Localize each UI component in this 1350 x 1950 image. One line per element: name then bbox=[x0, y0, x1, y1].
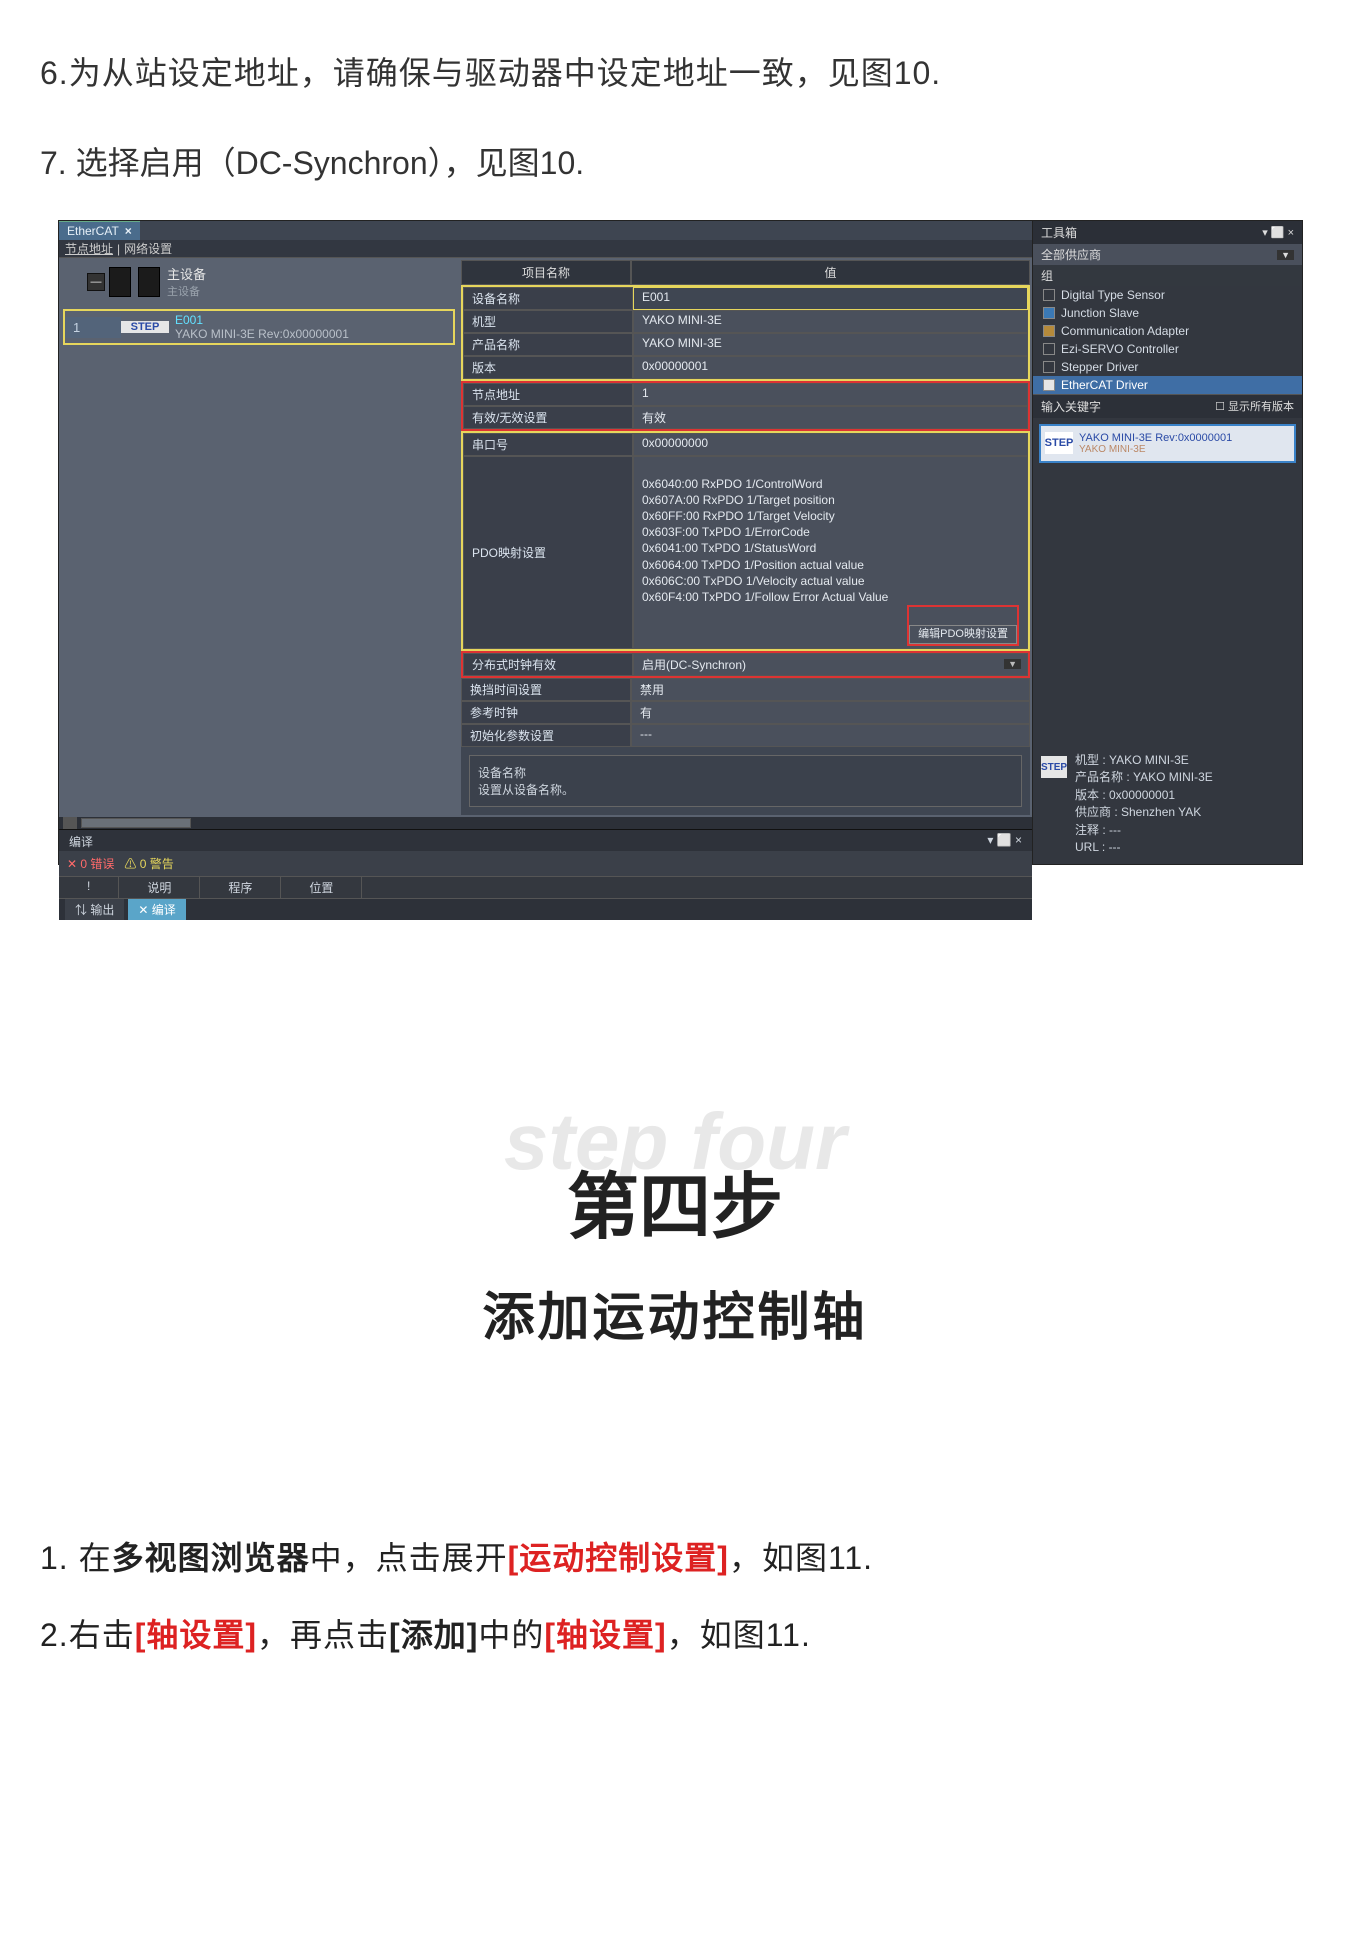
instruction-block: 1. 在多视图浏览器中，点击展开[运动控制设置]，如图11. 2.右击[轴设置]… bbox=[40, 1520, 1310, 1674]
step-four-heading: step four 第四步 添加运动控制轴 bbox=[40, 1118, 1310, 1350]
group-header: 组 bbox=[1033, 265, 1302, 286]
error-summary-row: ✕ 0 错误 ⚠ 0 警告 bbox=[59, 851, 1032, 876]
col-header-value: 值 bbox=[631, 260, 1030, 285]
property-grid: 项目名称 值 设备名称 E001 机型YAKO MINI-3E 产品名称YAKO… bbox=[461, 260, 1030, 815]
subtab-bar: 节点地址 | 网络设置 bbox=[59, 240, 1032, 258]
property-help: 设备名称 设置从设备名称。 bbox=[469, 755, 1022, 807]
topology-tree: — 主设备 主设备 1 STEP bbox=[59, 258, 459, 817]
step-subtitle: 添加运动控制轴 bbox=[40, 1275, 1310, 1350]
master-sublabel: 主设备 bbox=[167, 283, 206, 299]
panel-controls[interactable]: ▾ ⬜ × bbox=[987, 833, 1022, 848]
step-icon: STEP bbox=[1041, 756, 1067, 778]
list-item[interactable]: Stepper Driver bbox=[1033, 358, 1302, 376]
show-all-versions-checkbox[interactable]: ☐ 显示所有版本 bbox=[1215, 398, 1294, 414]
pdo-lines: 0x6040:00 RxPDO 1/ControlWord 0x607A:00 … bbox=[642, 477, 888, 604]
controller-icon bbox=[1043, 343, 1055, 355]
scroll-left-icon[interactable] bbox=[63, 817, 77, 829]
slave-name: YAKO MINI-3E Rev:0x00000001 bbox=[175, 327, 447, 341]
vendor-filter[interactable]: 全部供应商 ▼ bbox=[1033, 244, 1302, 265]
step-title-cn: 第四步 bbox=[40, 1148, 1310, 1253]
dc-synchron-select[interactable]: 启用(DC-Synchron) bbox=[642, 658, 746, 672]
stepper-icon bbox=[1043, 361, 1055, 373]
device-type-list: Digital Type Sensor Junction Slave Commu… bbox=[1033, 286, 1302, 394]
tab-ethercat[interactable]: EtherCAT × bbox=[59, 221, 140, 240]
warning-count: ⚠ 0 警告 bbox=[124, 855, 173, 872]
device-detail: STEP 机型 : YAKO MINI-3E 产品名称 : YAKO MINI-… bbox=[1033, 744, 1302, 864]
list-item[interactable]: Ezi-SERVO Controller bbox=[1033, 340, 1302, 358]
slave-node-e001[interactable]: 1 STEP E001 YAKO MINI-3E Rev:0x00000001 bbox=[63, 309, 455, 345]
slave-id: E001 bbox=[175, 313, 447, 327]
master-label: 主设备 bbox=[167, 264, 206, 283]
close-icon[interactable]: × bbox=[125, 224, 132, 238]
doc-step-6: 6.为从站设定地址，请确保与驱动器中设定地址一致，见图10. bbox=[40, 46, 1310, 100]
panel-controls[interactable]: ▾ ⬜ × bbox=[1262, 226, 1294, 239]
subtab-network-settings[interactable]: 网络设置 bbox=[124, 240, 172, 257]
keyword-input-label: 输入关键字 ☐ 显示所有版本 bbox=[1033, 395, 1302, 418]
prop-dc-enable[interactable]: 分布式时钟有效 启用(DC-Synchron) ▼ bbox=[463, 653, 1028, 676]
dropdown-icon[interactable]: ▼ bbox=[1277, 250, 1294, 260]
sensor-icon bbox=[1043, 289, 1055, 301]
toolbox-panel: 工具箱 ▾ ⬜ × 全部供应商 ▼ 组 Digital Type Sensor … bbox=[1032, 221, 1302, 864]
scroll-thumb[interactable] bbox=[81, 818, 191, 828]
editor-tab-bar: EtherCAT × bbox=[59, 221, 1032, 240]
step-icon: STEP bbox=[1045, 432, 1073, 454]
adapter-icon bbox=[1043, 325, 1055, 337]
list-item[interactable]: Digital Type Sensor bbox=[1033, 286, 1302, 304]
ethercat-config-window: EtherCAT × 节点地址 | 网络设置 — bbox=[58, 220, 1303, 865]
error-count: ✕ 0 错误 bbox=[67, 855, 114, 872]
master-icon bbox=[109, 267, 131, 297]
output-columns: ! 说明 程序 位置 bbox=[59, 876, 1032, 899]
tab-output[interactable]: ⇅ 输出 bbox=[65, 899, 124, 920]
tab-compile[interactable]: ✕ 编译 bbox=[128, 899, 185, 920]
master-icon bbox=[138, 267, 160, 297]
col-header-name: 项目名称 bbox=[461, 260, 631, 285]
figure-10-screenshot: EtherCAT × 节点地址 | 网络设置 — bbox=[58, 220, 1303, 908]
driver-icon bbox=[1043, 379, 1055, 391]
tab-label: EtherCAT bbox=[67, 224, 119, 238]
instruction-1: 1. 在多视图浏览器中，点击展开[运动控制设置]，如图11. bbox=[40, 1520, 1310, 1597]
step-icon: STEP bbox=[121, 321, 169, 333]
prop-pdo-mapping: PDO映射设置 0x6040:00 RxPDO 1/ControlWord 0x… bbox=[463, 456, 1028, 649]
doc-step-7: 7. 选择启用（DC-Synchron），见图10. bbox=[40, 138, 1310, 184]
instruction-2: 2.右击[轴设置]，再点击[添加]中的[轴设置]，如图11. bbox=[40, 1597, 1310, 1674]
edit-pdo-button[interactable]: 编辑PDO映射设置 bbox=[909, 625, 1017, 644]
list-item[interactable]: Junction Slave bbox=[1033, 304, 1302, 322]
slave-number: 1 bbox=[65, 317, 121, 338]
footer-tab-bar: ⇅ 输出 ✕ 编译 bbox=[59, 899, 1032, 920]
node-address-input[interactable]: 1 bbox=[633, 383, 1028, 406]
list-item-selected[interactable]: EtherCAT Driver bbox=[1033, 376, 1302, 394]
collapse-icon[interactable]: — bbox=[87, 273, 105, 291]
prop-device-name: 设备名称 E001 bbox=[463, 287, 1028, 310]
prop-node-address[interactable]: 节点地址 1 bbox=[463, 383, 1028, 406]
device-name-input[interactable]: E001 bbox=[633, 287, 1028, 310]
toolbox-title: 工具箱 bbox=[1041, 224, 1077, 241]
compile-panel-title: 编译 bbox=[69, 833, 93, 848]
dropdown-icon[interactable]: ▼ bbox=[1004, 659, 1021, 669]
horizontal-scrollbar[interactable] bbox=[59, 817, 1032, 829]
subtab-node-address[interactable]: 节点地址 bbox=[65, 240, 113, 257]
list-item[interactable]: Communication Adapter bbox=[1033, 322, 1302, 340]
junction-icon bbox=[1043, 307, 1055, 319]
device-card[interactable]: STEP YAKO MINI-3E Rev:0x0000001 YAKO MIN… bbox=[1039, 424, 1296, 463]
